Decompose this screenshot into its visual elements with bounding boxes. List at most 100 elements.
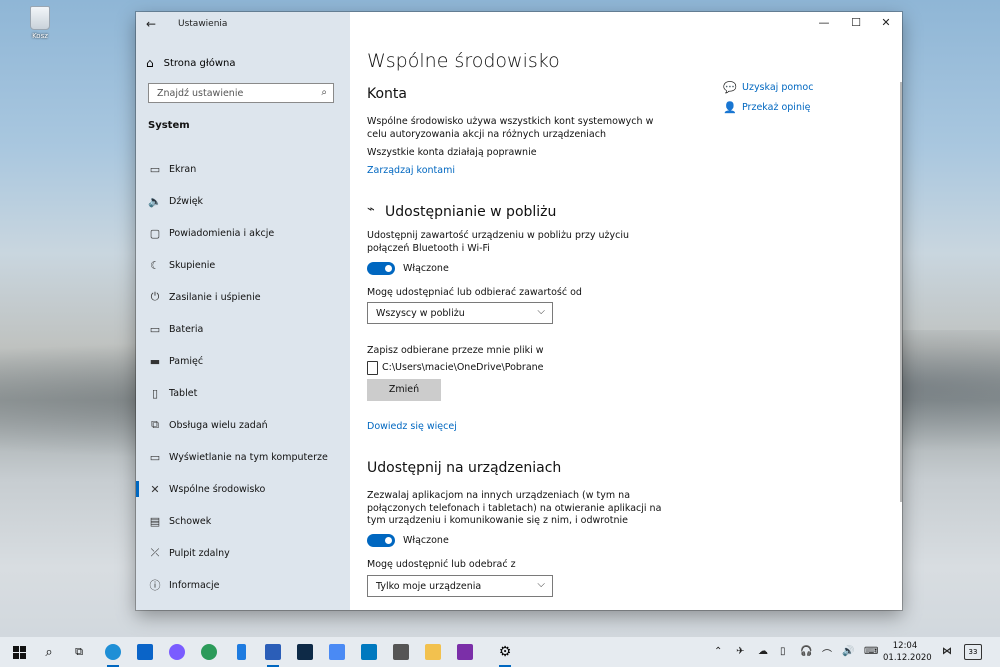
phone-link-icon[interactable]: ▯ [780, 646, 786, 657]
settings-window: ← Ustawienia — ☐ ✕ ⌂ Strona główna Znajd… [136, 12, 902, 610]
search-input[interactable]: Znajdź ustawienie ⌕ [148, 83, 334, 103]
sidebar-item-ekran[interactable]: ▭ Ekran [136, 153, 350, 185]
info-icon: ⓘ [149, 579, 161, 592]
search-placeholder: Znajdź ustawienie [157, 88, 244, 99]
chevron-up-icon[interactable]: ⌃ [714, 646, 722, 657]
nearby-from-select[interactable]: Wszyscy w pobliżu ⌵ [367, 302, 553, 324]
cloud-icon[interactable]: ☁ [758, 646, 768, 657]
nearby-heading: Udostępnianie w pobliżu [385, 204, 557, 220]
sidebar-item-remote-desktop[interactable]: ⤫ Pulpit zdalny [136, 537, 350, 569]
devices-toggle[interactable] [367, 534, 395, 547]
clock-time: 12:04 [892, 641, 918, 651]
sidebar-item-pamiec[interactable]: ▬ Pamięć [136, 345, 350, 377]
trello-icon[interactable] [358, 641, 380, 663]
sidebar-item-label: Pamięć [169, 355, 204, 367]
sidebar-item-shared-experiences[interactable]: ✕ Wspólne środowisko [136, 473, 350, 505]
messenger-icon[interactable] [166, 641, 188, 663]
konta-heading: Konta [367, 86, 407, 102]
nearby-description: Udostępnij zawartość urządzeniu w pobliż… [367, 230, 630, 254]
settings-gear-icon[interactable]: ⚙ [494, 641, 516, 667]
save-path: C:\Users\macie\OneDrive\Pobrane [382, 362, 544, 373]
nearby-toggle-label: Włączone [403, 263, 449, 274]
edge-browser-icon[interactable] [102, 641, 124, 667]
project-icon: ▭ [149, 450, 161, 464]
app-tray-icon[interactable]: ⋈ [942, 646, 952, 657]
home-icon: ⌂ [146, 56, 154, 70]
sidebar-item-projecting[interactable]: ▭ Wyświetlanie na tym komputerze [136, 441, 350, 473]
phone-icon[interactable] [230, 641, 252, 663]
sidebar-item-tablet[interactable]: ▯ Tablet [136, 377, 350, 409]
back-arrow-icon[interactable]: ← [146, 17, 156, 31]
start-windows-icon[interactable] [8, 641, 30, 663]
wifi-icon[interactable]: ⌒ [822, 646, 832, 661]
onenote-icon[interactable] [454, 641, 476, 663]
storage-icon: ▬ [149, 354, 161, 368]
sidebar-item-label: Bateria [169, 323, 204, 335]
sidebar-item-label: Dźwięk [169, 195, 204, 207]
feedback-link[interactable]: 👤 Przekaż opinię [723, 101, 810, 114]
devices-from-select[interactable]: Tylko moje urządzenia ⌵ [367, 575, 553, 597]
word-icon[interactable] [262, 641, 284, 667]
page-title: Wspólne środowisko [367, 50, 560, 72]
mail-icon[interactable] [134, 641, 156, 663]
sidebar-item-label: Ekran [169, 163, 197, 175]
tablet-icon: ▯ [151, 386, 159, 400]
feedback-label: Przekaż opinię [742, 102, 811, 113]
recycle-bin-icon[interactable]: Kosz [24, 6, 56, 40]
sidebar-item-skupienie[interactable]: ☾ Skupienie [136, 249, 350, 281]
scrollbar[interactable] [900, 82, 902, 502]
volume-icon[interactable]: 🔊 [842, 646, 854, 657]
clock[interactable]: 12:04 01.12.2020 [883, 640, 932, 664]
task-view-icon[interactable]: ⧉ [68, 641, 90, 663]
sidebar-item-label: Powiadomienia i akcje [169, 227, 275, 239]
sidebar-item-label: Wyświetlanie na tym komputerze [169, 451, 328, 463]
headset-icon[interactable]: 🎧 [800, 646, 812, 657]
change-button[interactable]: Zmień [367, 379, 441, 401]
help-chat-icon: 💬 [723, 81, 737, 94]
power-icon: ⏻ [150, 290, 160, 303]
sidebar-item-dzwiek[interactable]: 🔈 Dźwięk [136, 185, 350, 217]
manage-accounts-link[interactable]: Zarządzaj kontami [367, 165, 455, 176]
sidebar-item-informacje[interactable]: ⓘ Informacje [136, 569, 350, 601]
recycle-bin-label: Kosz [32, 32, 48, 40]
get-help-label: Uzyskaj pomoc [742, 82, 814, 93]
home-link[interactable]: ⌂ Strona główna [146, 56, 236, 70]
sidebar-item-powiadomienia[interactable]: ▢ Powiadomienia i akcje [136, 217, 350, 249]
battery-icon: ▭ [149, 322, 161, 336]
file-icon [367, 361, 378, 375]
sidebar-item-schowek[interactable]: ▤ Schowek [136, 505, 350, 537]
telegram-icon[interactable]: ✈ [736, 646, 744, 657]
window-title: Ustawienia [178, 19, 228, 29]
sidebar-item-label: Wspólne środowisko [169, 483, 266, 495]
learn-more-link[interactable]: Dowiedz się więcej [367, 421, 457, 432]
photoshop-icon[interactable] [294, 641, 316, 663]
nearby-toggle[interactable] [367, 262, 395, 275]
translate-icon[interactable] [326, 641, 348, 663]
sidebar-item-zasilanie[interactable]: ⏻ Zasilanie i uśpienie [136, 281, 350, 313]
nearby-from-value: Wszyscy w pobliżu [376, 308, 465, 319]
sidebar-item-multitasking[interactable]: ⧉ Obsługa wielu zadań [136, 409, 350, 441]
save-location-label: Zapisz odbierane przeze mnie pliki w [367, 345, 544, 356]
get-help-link[interactable]: 💬 Uzyskaj pomoc [723, 81, 813, 94]
sidebar-item-bateria[interactable]: ▭ Bateria [136, 313, 350, 345]
nearby-sharing-icon: ⌁ [367, 202, 375, 217]
devices-from-value: Tylko moje urządzenia [376, 581, 482, 592]
multitasking-icon: ⧉ [151, 418, 159, 431]
devices-toggle-label: Włączone [403, 535, 449, 546]
calculator-icon[interactable] [390, 641, 412, 663]
chrome-icon[interactable] [198, 641, 220, 663]
devices-from-label: Mogę udostępnić lub odebrać z [367, 559, 516, 570]
konta-description: Wspólne środowisko używa wszystkich kont… [367, 116, 654, 140]
sidebar-item-label: Zasilanie i uśpienie [169, 291, 261, 303]
sidebar-nav: ▭ Ekran 🔈 Dźwięk ▢ Powiadomienia i akcje ☾ S… [136, 153, 350, 601]
search-icon[interactable]: ⌕ [321, 87, 327, 98]
keyboard-icon[interactable]: ⌨ [864, 646, 878, 657]
notification-center-icon[interactable]: 33 [964, 644, 982, 660]
explorer-icon[interactable] [422, 641, 444, 663]
sidebar-item-label: Skupienie [169, 259, 216, 271]
remote-desktop-icon: ⤫ [150, 546, 160, 559]
sidebar-item-label: Obsługa wielu zadań [169, 419, 268, 431]
konta-status: Wszystkie konta działają poprawnie [367, 147, 537, 158]
search-icon[interactable]: ⌕ [38, 641, 60, 663]
sidebar-item-label: Informacje [169, 579, 220, 591]
